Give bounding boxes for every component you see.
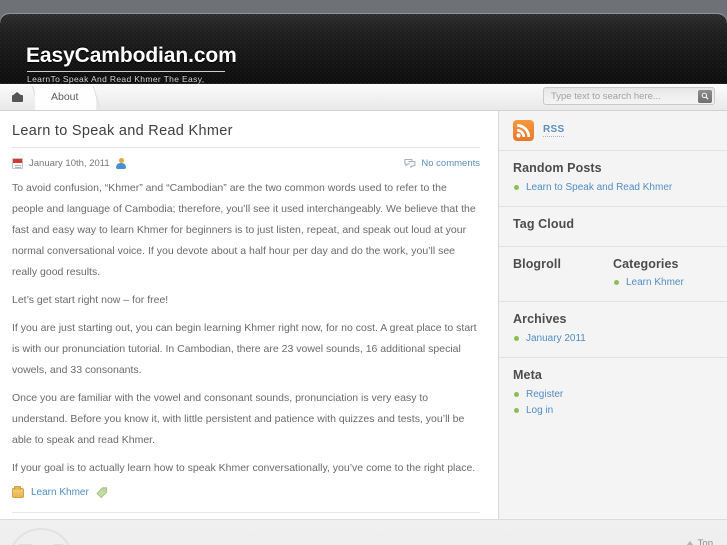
random-posts-list: Learn to Speak and Read Khmer	[513, 180, 713, 196]
content-area: Learn to Speak and Read Khmer January 10…	[0, 111, 727, 519]
archives-list: January 2011	[513, 331, 713, 347]
widget-archives: Archives January 2011	[499, 302, 727, 358]
category-link[interactable]: Learn Khmer	[626, 277, 684, 288]
rss-icon	[513, 120, 534, 141]
search-icon	[701, 92, 709, 100]
widget-blogroll: Blogroll	[513, 257, 613, 291]
search-form	[543, 87, 715, 105]
search-button[interactable]	[698, 89, 712, 103]
site-footer: W Copyright © 2011 EasyCambodian.com The…	[0, 519, 727, 545]
site-header: EasyCambodian.com LearnTo Speak And Read…	[0, 14, 727, 94]
post-paragraph: If your goal is to actually learn how to…	[12, 462, 476, 474]
nav-item-label: About	[51, 91, 79, 103]
tag-icon	[96, 487, 107, 498]
widget-categories: Categories Learn Khmer	[613, 257, 713, 291]
page-shell: EasyCambodian.com LearnTo Speak And Read…	[0, 14, 727, 545]
widget-title: Meta	[513, 368, 542, 382]
widget-random-posts: Random Posts Learn to Speak and Read Khm…	[499, 151, 727, 207]
widget-row-blogroll-categories: Blogroll Categories Learn Khmer	[499, 247, 727, 302]
random-post-link[interactable]: Learn to Speak and Read Khmer	[526, 182, 672, 193]
calendar-icon	[12, 157, 23, 169]
list-item: Log in	[513, 403, 713, 419]
sidebar: RSS Random Posts Learn to Speak and Read…	[498, 111, 727, 519]
register-link[interactable]: Register	[526, 389, 563, 400]
post-body: To avoid confusion, “Khmer” and “Cambodi…	[12, 178, 480, 479]
primary-navigation: About	[0, 84, 727, 111]
tab-about[interactable]: About	[35, 84, 97, 110]
widget-title: Random Posts	[513, 161, 602, 175]
categories-list: Learn Khmer	[613, 275, 713, 291]
widget-tag-cloud: Tag Cloud	[499, 207, 727, 247]
back-to-top-link[interactable]: Top	[685, 538, 713, 545]
main-column: Learn to Speak and Read Khmer January 10…	[0, 111, 498, 519]
post-paragraph: If you are just starting out, you can be…	[12, 322, 477, 376]
list-item: January 2011	[513, 331, 713, 347]
post-footer: Learn Khmer	[12, 485, 480, 512]
search-input[interactable]	[543, 87, 715, 105]
widget-title: Categories	[613, 257, 679, 271]
meta-list: Register Log in	[513, 387, 713, 419]
post-paragraph: Once you are familiar with the vowel and…	[12, 392, 465, 446]
widget-meta: Meta Register Log in	[499, 358, 727, 429]
home-icon	[12, 92, 23, 102]
comment-icon	[404, 158, 416, 168]
triangle-up-icon	[685, 541, 694, 545]
post-paragraph: To avoid confusion, “Khmer” and “Cambodi…	[12, 182, 476, 278]
login-link[interactable]: Log in	[526, 405, 553, 416]
archive-link[interactable]: January 2011	[526, 333, 586, 344]
comments-link[interactable]: No comments	[421, 158, 480, 169]
content-divider	[12, 512, 480, 513]
sidebar-item-home[interactable]	[0, 84, 35, 110]
post-category-link[interactable]: Learn Khmer	[31, 487, 89, 498]
user-icon	[116, 157, 127, 169]
wordpress-logo-icon: W	[8, 528, 74, 545]
list-item: Learn Khmer	[613, 275, 713, 291]
rss-label: RSS	[543, 124, 565, 137]
post-meta: January 10th, 2011 No comments	[12, 156, 480, 170]
post-meta-left: January 10th, 2011	[12, 157, 127, 169]
site-title[interactable]: EasyCambodian.com	[26, 44, 237, 68]
page-title[interactable]: Learn to Speak and Read Khmer	[12, 123, 480, 148]
post-paragraph: Let’s get start right now – for free!	[12, 294, 169, 306]
back-to-top-label: Top	[697, 538, 713, 545]
widget-rss[interactable]: RSS	[499, 111, 727, 151]
list-item: Register	[513, 387, 713, 403]
list-item: Learn to Speak and Read Khmer	[513, 180, 713, 196]
post-date: January 10th, 2011	[29, 157, 110, 169]
widget-title: Blogroll	[513, 257, 562, 271]
widget-title: Tag Cloud	[513, 217, 575, 231]
widget-title: Archives	[513, 312, 567, 326]
post-meta-right: No comments	[404, 158, 480, 169]
folder-icon	[12, 485, 24, 498]
